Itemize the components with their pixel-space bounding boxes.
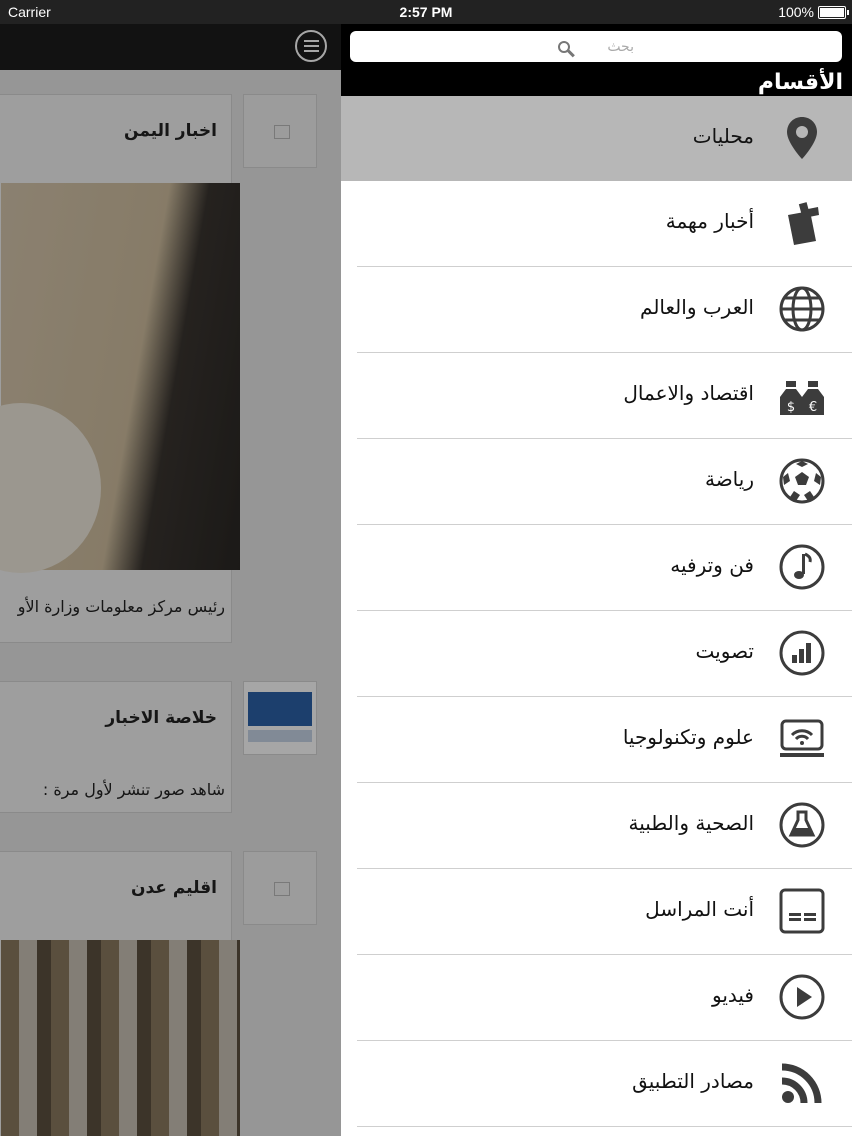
news-feed: اخبار اليمن رئيس مركز معلومات وزارة الأو… — [0, 24, 341, 1136]
menu-item-label: فن وترفيه — [670, 553, 754, 577]
important-news-icon — [778, 199, 826, 247]
menu-header: الأقسام — [341, 24, 852, 96]
menu-item[interactable]: فن وترفيه — [357, 525, 852, 611]
menu-item[interactable]: مصادر التطبيق — [357, 1041, 852, 1127]
menu-item-label: الصحية والطبية — [628, 811, 754, 835]
status-bar: Carrier 2:57 PM 100% — [0, 0, 852, 24]
menu-item-label: مصادر التطبيق — [632, 1069, 754, 1093]
reporter-card-icon — [778, 887, 826, 935]
menu-item[interactable]: محليات — [341, 96, 852, 181]
dim-overlay[interactable] — [0, 24, 341, 1136]
menu-item-label: اقتصاد والاعمال — [623, 381, 754, 405]
search-input[interactable] — [574, 38, 634, 55]
globe-icon — [778, 285, 826, 333]
poll-chart-icon — [778, 629, 826, 677]
music-note-icon — [778, 543, 826, 591]
money-bags-icon: $ € — [778, 371, 826, 419]
battery-percent: 100% — [778, 4, 814, 20]
menu-item-label: علوم وتكنولوجيا — [622, 725, 754, 749]
menu-item[interactable]: أخبار مهمة — [357, 181, 852, 267]
flask-icon — [778, 801, 826, 849]
laptop-wifi-icon — [778, 715, 826, 763]
battery-indicator: 100% — [778, 4, 849, 20]
soccer-ball-icon — [778, 457, 826, 505]
menu-item-label: رياضة — [704, 467, 754, 491]
play-icon — [778, 973, 826, 1021]
menu-item[interactable]: علوم وتكنولوجيا — [357, 697, 852, 783]
svg-text:$: $ — [787, 400, 795, 415]
clock: 2:57 PM — [399, 4, 453, 20]
menu-item-label: تصويت — [695, 639, 754, 663]
menu-item[interactable]: $ € اقتصاد والاعمال — [357, 353, 852, 439]
menu-item[interactable]: تصويت — [357, 611, 852, 697]
menu-item-label: فيديو — [712, 983, 754, 1007]
menu-item[interactable]: العرب والعالم — [357, 267, 852, 353]
rss-icon — [778, 1059, 826, 1107]
svg-text:€: € — [809, 400, 817, 415]
menu-item[interactable]: الصحية والطبية — [357, 783, 852, 869]
search-icon — [558, 40, 570, 53]
location-pin-icon — [778, 114, 826, 162]
menu-item[interactable]: رياضة — [357, 439, 852, 525]
menu-item-label: محليات — [692, 124, 754, 148]
menu-item[interactable]: أنت المراسل — [357, 869, 852, 955]
sections-menu: الأقسام محلياتأخبار مهمةالعرب والعالم$€ا… — [341, 24, 852, 1136]
menu-item-label: العرب والعالم — [640, 295, 754, 319]
menu-list: محليات أخبار مهمة العرب والعالم $ € اقتصاد وا… — [341, 96, 852, 1127]
search-bar[interactable] — [350, 31, 842, 62]
battery-icon — [818, 5, 849, 19]
menu-item-label: أنت المراسل — [645, 897, 754, 921]
menu-item[interactable]: فيديو — [357, 955, 852, 1041]
menu-title: الأقسام — [757, 70, 843, 95]
menu-item-label: أخبار مهمة — [665, 209, 754, 233]
